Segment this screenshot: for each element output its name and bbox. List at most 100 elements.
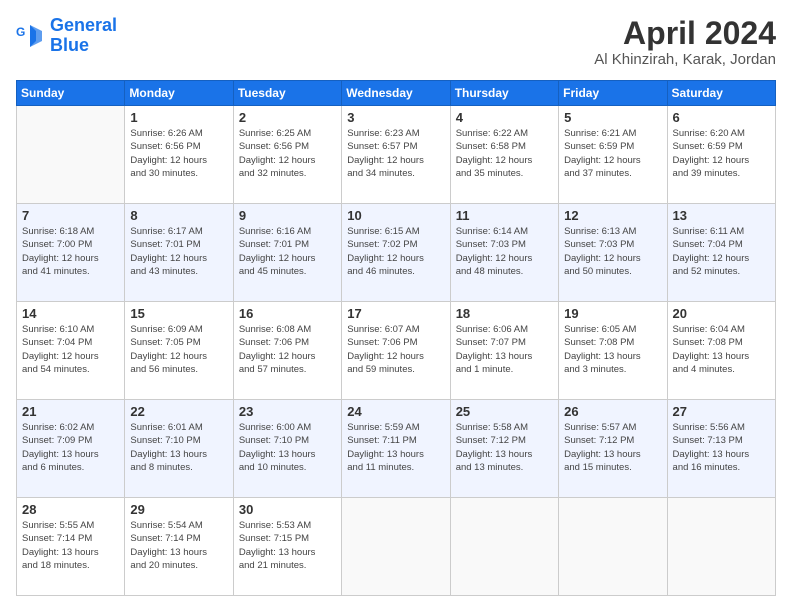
table-row: 13 Sunrise: 6:11 AM Sunset: 7:04 PM Dayli… xyxy=(667,204,775,302)
day-number: 17 xyxy=(347,306,444,321)
table-row: 19 Sunrise: 6:05 AM Sunset: 7:08 PM Dayli… xyxy=(559,302,667,400)
day-info: Sunrise: 6:02 AM Sunset: 7:09 PM Dayligh… xyxy=(22,421,119,474)
day-info: Sunrise: 6:15 AM Sunset: 7:02 PM Dayligh… xyxy=(347,225,444,278)
day-number: 30 xyxy=(239,502,336,517)
day-number: 22 xyxy=(130,404,227,419)
table-row xyxy=(342,498,450,596)
day-number: 18 xyxy=(456,306,553,321)
col-tuesday: Tuesday xyxy=(233,81,341,106)
table-row xyxy=(450,498,558,596)
day-info: Sunrise: 6:26 AM Sunset: 6:56 PM Dayligh… xyxy=(130,127,227,180)
table-row: 11Sunrise: 6:14 AM Sunset: 7:03 PM Dayli… xyxy=(450,204,558,302)
day-info: Sunrise: 6:11 AM Sunset: 7:04 PM Dayligh… xyxy=(673,225,770,278)
col-wednesday: Wednesday xyxy=(342,81,450,106)
table-row: 27 Sunrise: 5:56 AM Sunset: 7:13 PM Dayli… xyxy=(667,400,775,498)
title-block: April 2024 Al Khinzirah, Karak, Jordan xyxy=(594,16,776,68)
table-row: 2Sunrise: 6:25 AM Sunset: 6:56 PM Daylig… xyxy=(233,106,341,204)
month-title: April 2024 xyxy=(594,16,776,51)
table-row: 9Sunrise: 6:16 AM Sunset: 7:01 PM Daylig… xyxy=(233,204,341,302)
table-row: 22 Sunrise: 6:01 AM Sunset: 7:10 PM Dayli… xyxy=(125,400,233,498)
svg-text:G: G xyxy=(16,25,25,39)
table-row: 15Sunrise: 6:09 AM Sunset: 7:05 PM Dayli… xyxy=(125,302,233,400)
day-info: Sunrise: 5:53 AM Sunset: 7:15 PM Dayligh… xyxy=(239,519,336,572)
table-row: 8 Sunrise: 6:17 AM Sunset: 7:01 PM Daylig… xyxy=(125,204,233,302)
table-row: 1 Sunrise: 6:26 AM Sunset: 6:56 PM Daylig… xyxy=(125,106,233,204)
day-info: Sunrise: 6:00 AM Sunset: 7:10 PM Dayligh… xyxy=(239,421,336,474)
day-info: Sunrise: 5:56 AM Sunset: 7:13 PM Dayligh… xyxy=(673,421,770,474)
day-number: 5 xyxy=(564,110,661,125)
day-info: Sunrise: 6:06 AM Sunset: 7:07 PM Dayligh… xyxy=(456,323,553,376)
table-row: 12Sunrise: 6:13 AM Sunset: 7:03 PM Dayli… xyxy=(559,204,667,302)
day-info: Sunrise: 5:58 AM Sunset: 7:12 PM Dayligh… xyxy=(456,421,553,474)
day-info: Sunrise: 6:22 AM Sunset: 6:58 PM Dayligh… xyxy=(456,127,553,180)
table-row: 24Sunrise: 5:59 AM Sunset: 7:11 PM Dayli… xyxy=(342,400,450,498)
day-number: 23 xyxy=(239,404,336,419)
day-info: Sunrise: 6:07 AM Sunset: 7:06 PM Dayligh… xyxy=(347,323,444,376)
table-row: 14 Sunrise: 6:10 AM Sunset: 7:04 PM Dayli… xyxy=(17,302,125,400)
header-row: Sunday Monday Tuesday Wednesday Thursday… xyxy=(17,81,776,106)
logo-icon: G xyxy=(16,21,46,51)
day-number: 27 xyxy=(673,404,770,419)
calendar-row-2: 7Sunrise: 6:18 AM Sunset: 7:00 PM Daylig… xyxy=(17,204,776,302)
calendar-table: Sunday Monday Tuesday Wednesday Thursday… xyxy=(16,80,776,596)
logo-line1: General xyxy=(50,15,117,35)
table-row: 18 Sunrise: 6:06 AM Sunset: 7:07 PM Dayli… xyxy=(450,302,558,400)
calendar-row-1: 1 Sunrise: 6:26 AM Sunset: 6:56 PM Daylig… xyxy=(17,106,776,204)
table-row: 23 Sunrise: 6:00 AM Sunset: 7:10 PM Dayli… xyxy=(233,400,341,498)
day-info: Sunrise: 6:13 AM Sunset: 7:03 PM Dayligh… xyxy=(564,225,661,278)
day-number: 21 xyxy=(22,404,119,419)
col-monday: Monday xyxy=(125,81,233,106)
table-row: 16 Sunrise: 6:08 AM Sunset: 7:06 PM Dayli… xyxy=(233,302,341,400)
day-info: Sunrise: 6:16 AM Sunset: 7:01 PM Dayligh… xyxy=(239,225,336,278)
day-info: Sunrise: 6:17 AM Sunset: 7:01 PM Dayligh… xyxy=(130,225,227,278)
col-saturday: Saturday xyxy=(667,81,775,106)
table-row: 29Sunrise: 5:54 AM Sunset: 7:14 PM Dayli… xyxy=(125,498,233,596)
day-number: 25 xyxy=(456,404,553,419)
day-info: Sunrise: 6:25 AM Sunset: 6:56 PM Dayligh… xyxy=(239,127,336,180)
day-number: 14 xyxy=(22,306,119,321)
day-number: 3 xyxy=(347,110,444,125)
day-info: Sunrise: 6:05 AM Sunset: 7:08 PM Dayligh… xyxy=(564,323,661,376)
table-row: 28 Sunrise: 5:55 AM Sunset: 7:14 PM Dayli… xyxy=(17,498,125,596)
table-row: 21 Sunrise: 6:02 AM Sunset: 7:09 PM Dayli… xyxy=(17,400,125,498)
col-sunday: Sunday xyxy=(17,81,125,106)
header: G General Blue April 2024 Al Khinzirah, … xyxy=(16,16,776,68)
table-row: 6 Sunrise: 6:20 AM Sunset: 6:59 PM Daylig… xyxy=(667,106,775,204)
table-row: 10 Sunrise: 6:15 AM Sunset: 7:02 PM Dayli… xyxy=(342,204,450,302)
day-info: Sunrise: 6:04 AM Sunset: 7:08 PM Dayligh… xyxy=(673,323,770,376)
day-number: 11 xyxy=(456,208,553,223)
table-row: 25 Sunrise: 5:58 AM Sunset: 7:12 PM Dayli… xyxy=(450,400,558,498)
day-info: Sunrise: 6:08 AM Sunset: 7:06 PM Dayligh… xyxy=(239,323,336,376)
day-number: 4 xyxy=(456,110,553,125)
table-row: 3 Sunrise: 6:23 AM Sunset: 6:57 PM Daylig… xyxy=(342,106,450,204)
day-number: 15 xyxy=(130,306,227,321)
day-number: 10 xyxy=(347,208,444,223)
table-row: 26Sunrise: 5:57 AM Sunset: 7:12 PM Dayli… xyxy=(559,400,667,498)
day-number: 6 xyxy=(673,110,770,125)
day-info: Sunrise: 5:59 AM Sunset: 7:11 PM Dayligh… xyxy=(347,421,444,474)
col-friday: Friday xyxy=(559,81,667,106)
logo: G General Blue xyxy=(16,16,117,56)
day-info: Sunrise: 6:20 AM Sunset: 6:59 PM Dayligh… xyxy=(673,127,770,180)
day-number: 16 xyxy=(239,306,336,321)
day-info: Sunrise: 6:10 AM Sunset: 7:04 PM Dayligh… xyxy=(22,323,119,376)
day-number: 1 xyxy=(130,110,227,125)
day-number: 28 xyxy=(22,502,119,517)
table-row: 5Sunrise: 6:21 AM Sunset: 6:59 PM Daylig… xyxy=(559,106,667,204)
table-row xyxy=(559,498,667,596)
day-number: 29 xyxy=(130,502,227,517)
day-number: 19 xyxy=(564,306,661,321)
day-info: Sunrise: 5:55 AM Sunset: 7:14 PM Dayligh… xyxy=(22,519,119,572)
day-info: Sunrise: 6:01 AM Sunset: 7:10 PM Dayligh… xyxy=(130,421,227,474)
calendar-row-5: 28 Sunrise: 5:55 AM Sunset: 7:14 PM Dayli… xyxy=(17,498,776,596)
table-row xyxy=(17,106,125,204)
day-info: Sunrise: 6:18 AM Sunset: 7:00 PM Dayligh… xyxy=(22,225,119,278)
day-number: 8 xyxy=(130,208,227,223)
day-info: Sunrise: 6:23 AM Sunset: 6:57 PM Dayligh… xyxy=(347,127,444,180)
calendar-row-4: 21 Sunrise: 6:02 AM Sunset: 7:09 PM Dayli… xyxy=(17,400,776,498)
table-row: 30 Sunrise: 5:53 AM Sunset: 7:15 PM Dayli… xyxy=(233,498,341,596)
col-thursday: Thursday xyxy=(450,81,558,106)
calendar-row-3: 14 Sunrise: 6:10 AM Sunset: 7:04 PM Dayli… xyxy=(17,302,776,400)
table-row: 7Sunrise: 6:18 AM Sunset: 7:00 PM Daylig… xyxy=(17,204,125,302)
day-number: 13 xyxy=(673,208,770,223)
